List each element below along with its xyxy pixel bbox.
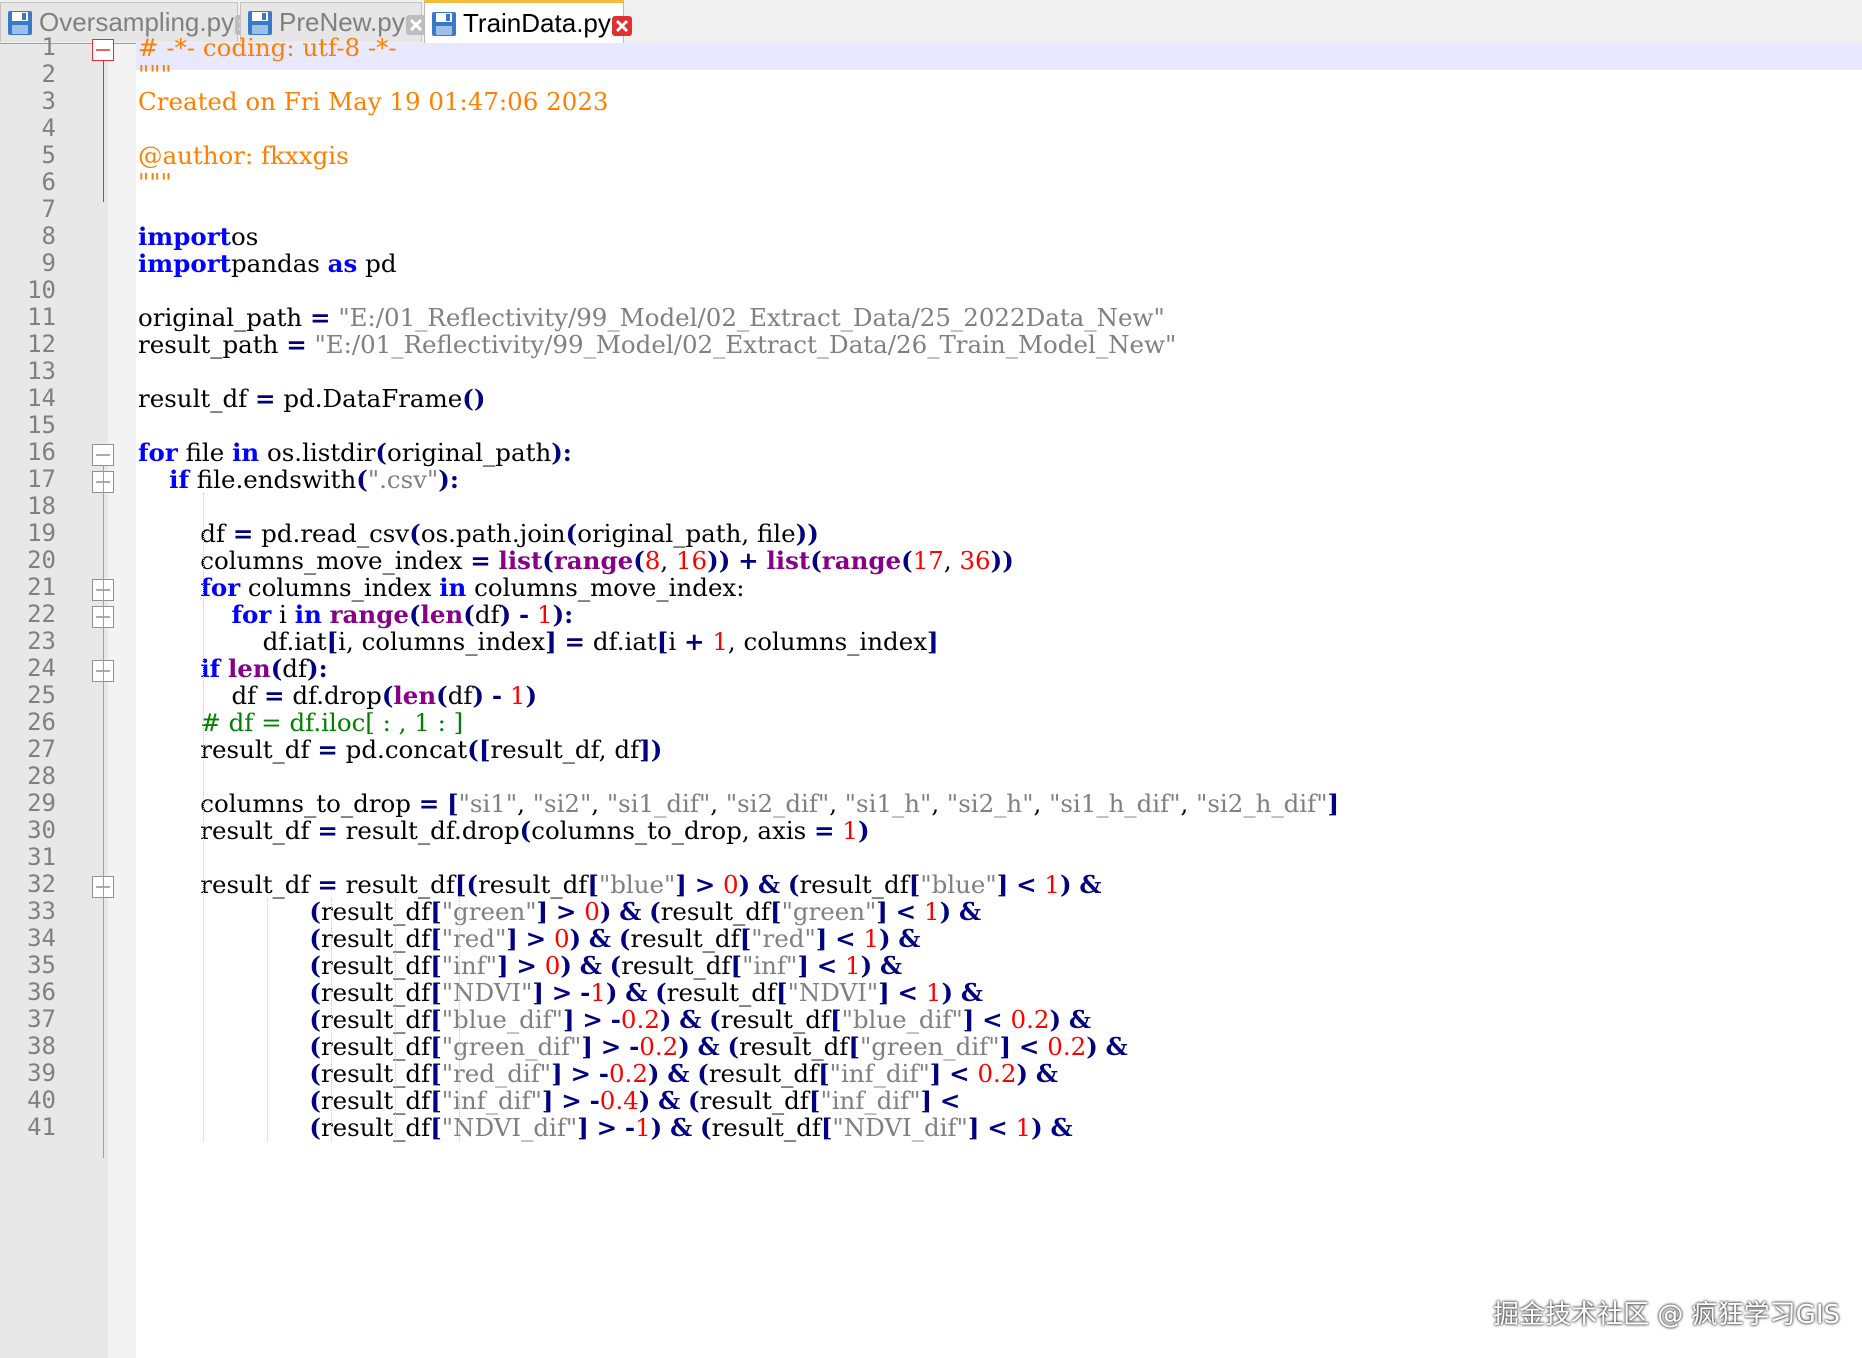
- code-line[interactable]: for columns_index in columns_move_index:: [138, 574, 744, 601]
- code-line[interactable]: """: [138, 169, 172, 196]
- save-icon: [7, 10, 33, 36]
- code-line[interactable]: # -*- coding: utf-8 -*-: [138, 34, 397, 61]
- code-line[interactable]: (result_df["green"] > 0) & (result_df["g…: [138, 898, 981, 925]
- fold-margin[interactable]: [92, 39, 136, 1358]
- code-line[interactable]: columns_to_drop = ["si1", "si2", "si1_di…: [138, 790, 1339, 817]
- line-number: 28: [27, 762, 56, 790]
- line-number: 21: [27, 573, 56, 601]
- code-line[interactable]: importpandas as pd: [138, 250, 397, 277]
- line-number: 25: [27, 681, 56, 709]
- fold-toggle-icon[interactable]: [92, 39, 114, 61]
- line-number: 11: [27, 303, 56, 331]
- indent-guide: [203, 493, 204, 1141]
- line-number: 18: [27, 492, 56, 520]
- code-line[interactable]: df.iat[i, columns_index] = df.iat[i + 1,…: [138, 628, 939, 655]
- code-line[interactable]: result_df = pd.concat([result_df, df]): [138, 736, 662, 763]
- tab-traindata[interactable]: TrainData.py: [424, 0, 632, 44]
- save-icon: [431, 11, 457, 37]
- line-number: 32: [27, 870, 56, 898]
- line-number: 23: [27, 627, 56, 655]
- tab-label: TrainData.py: [463, 8, 611, 38]
- line-number: 6: [41, 168, 56, 196]
- line-number: 34: [27, 924, 56, 952]
- line-number: 36: [27, 978, 56, 1006]
- line-number: 14: [27, 384, 56, 412]
- line-number: 41: [27, 1113, 56, 1141]
- line-number: 2: [41, 60, 56, 88]
- code-line[interactable]: (result_df["inf_dif"] > -0.4) & (result_…: [138, 1087, 960, 1114]
- line-number: 24: [27, 654, 56, 682]
- fold-toggle-icon[interactable]: [92, 444, 114, 466]
- indent-guide: [331, 898, 332, 1141]
- code-line[interactable]: """: [138, 61, 172, 88]
- line-number: 33: [27, 897, 56, 925]
- line-number: 19: [27, 519, 56, 547]
- line-number: 10: [27, 276, 56, 304]
- line-number: 4: [41, 114, 56, 142]
- line-number: 13: [27, 357, 56, 385]
- code-line[interactable]: importos: [138, 223, 258, 250]
- line-number: 35: [27, 951, 56, 979]
- line-number: 17: [27, 465, 56, 493]
- indent-guide: [395, 898, 396, 1141]
- code-line[interactable]: (result_df["blue_dif"] > -0.2) & (result…: [138, 1006, 1091, 1033]
- code-line[interactable]: (result_df["NDVI_dif"] > -1) & (result_d…: [138, 1114, 1072, 1141]
- line-number: 5: [41, 141, 56, 169]
- line-number: 20: [27, 546, 56, 574]
- line-number: 27: [27, 735, 56, 763]
- code-line[interactable]: @author: fkxxgis: [138, 142, 349, 169]
- line-number: 1: [41, 33, 56, 61]
- line-number: 40: [27, 1086, 56, 1114]
- code-line[interactable]: result_df = result_df[(result_df["blue"]…: [138, 871, 1101, 898]
- line-number: 9: [41, 249, 56, 277]
- line-number: 16: [27, 438, 56, 466]
- line-number: 37: [27, 1005, 56, 1033]
- line-number: 38: [27, 1032, 56, 1060]
- code-line[interactable]: result_path = "E:/01_Reflectivity/99_Mod…: [138, 331, 1176, 358]
- code-line[interactable]: df = df.drop(len(df) - 1): [138, 682, 537, 709]
- code-line[interactable]: (result_df["green_dif"] > -0.2) & (resul…: [138, 1033, 1127, 1060]
- code-line[interactable]: original_path = "E:/01_Reflectivity/99_M…: [138, 304, 1165, 331]
- code-line[interactable]: result_df = result_df.drop(columns_to_dr…: [138, 817, 869, 844]
- close-icon[interactable]: [611, 13, 633, 36]
- code-line[interactable]: (result_df["NDVI"] > -1) & (result_df["N…: [138, 979, 983, 1006]
- code-line[interactable]: (result_df["red"] > 0) & (result_df["red…: [138, 925, 920, 952]
- code-line[interactable]: columns_move_index = list(range(8, 16)) …: [138, 547, 1014, 574]
- code-line[interactable]: # df = df.iloc[ : , 1 : ]: [138, 709, 463, 736]
- line-number: 39: [27, 1059, 56, 1087]
- line-number: 3: [41, 87, 56, 115]
- code-line[interactable]: for file in os.listdir(original_path):: [138, 439, 572, 466]
- watermark: 掘金技术社区 @ 疯狂学习GIS: [1493, 1300, 1840, 1330]
- line-number: 26: [27, 708, 56, 736]
- code-line[interactable]: (result_df["inf"] > 0) & (result_df["inf…: [138, 952, 902, 979]
- line-number: 7: [41, 195, 56, 223]
- line-number: 30: [27, 816, 56, 844]
- code-line[interactable]: df = pd.read_csv(os.path.join(original_p…: [138, 520, 819, 547]
- block-fold-line: [103, 466, 104, 1158]
- line-number: 31: [27, 843, 56, 871]
- code-line[interactable]: result_df = pd.DataFrame(): [138, 385, 485, 412]
- line-number: 15: [27, 411, 56, 439]
- save-icon: [247, 10, 273, 36]
- line-number: 8: [41, 222, 56, 250]
- code-line[interactable]: (result_df["red_dif"] > -0.2) & (result_…: [138, 1060, 1058, 1087]
- indent-guide: [267, 898, 268, 1141]
- line-number: 22: [27, 600, 56, 628]
- docstring-fold-line: [103, 61, 104, 203]
- code-line[interactable]: Created on Fri May 19 01:47:06 2023: [138, 88, 609, 115]
- indent-guide: [459, 898, 460, 1141]
- line-number: 29: [27, 789, 56, 817]
- code-line[interactable]: if file.endswith(".csv"):: [138, 466, 459, 493]
- code-line[interactable]: if len(df):: [138, 655, 327, 682]
- line-number: 12: [27, 330, 56, 358]
